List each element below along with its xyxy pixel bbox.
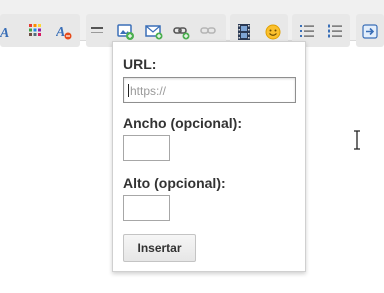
- insert-media-popup: URL: https:// Ancho (opcional): Alto (op…: [112, 41, 306, 272]
- url-placeholder: https://: [130, 84, 167, 98]
- width-label: Ancho (opcional):: [123, 115, 242, 131]
- insert-video-icon[interactable]: [236, 23, 254, 41]
- unlink-icon[interactable]: [200, 23, 218, 41]
- insert-link-icon[interactable]: [173, 23, 191, 41]
- height-label: Alto (opcional):: [123, 175, 226, 191]
- svg-text:A: A: [56, 25, 65, 40]
- remove-format-icon[interactable]: A: [56, 23, 74, 41]
- url-input[interactable]: https://: [123, 77, 296, 103]
- text-caret: [128, 84, 129, 97]
- background-color-icon[interactable]: [28, 23, 46, 41]
- bulleted-list-icon[interactable]: [299, 23, 317, 41]
- text-cursor-icon: [354, 130, 360, 150]
- url-label: URL:: [123, 56, 157, 72]
- insert-image-icon[interactable]: [117, 23, 135, 41]
- emoticon-icon[interactable]: [264, 23, 282, 41]
- editor-toolbar: A A: [0, 0, 384, 47]
- indent-icon[interactable]: [362, 23, 380, 41]
- horizontal-rule-icon[interactable]: [89, 23, 107, 41]
- numbered-list-icon[interactable]: [327, 23, 345, 41]
- height-input[interactable]: [123, 195, 170, 221]
- text-color-icon[interactable]: A: [0, 23, 18, 41]
- insert-button[interactable]: Insertar: [123, 234, 196, 262]
- email-link-icon[interactable]: [145, 23, 163, 41]
- svg-text:A: A: [0, 26, 9, 41]
- width-input[interactable]: [123, 135, 170, 161]
